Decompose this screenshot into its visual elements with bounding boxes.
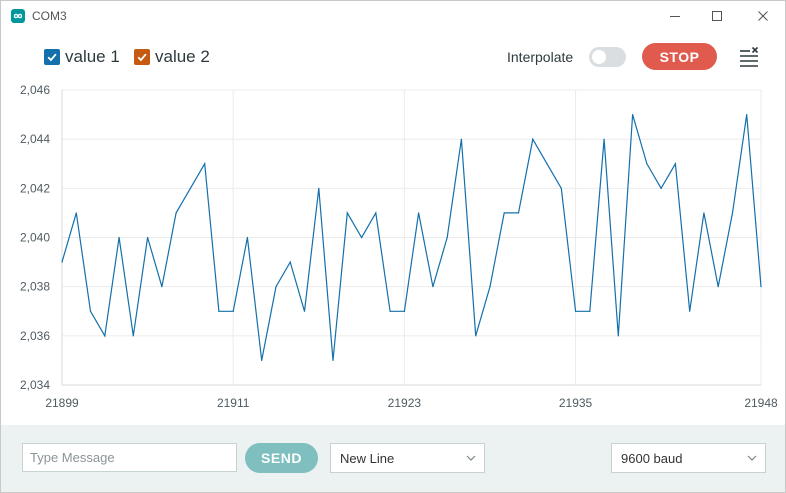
data-point xyxy=(75,212,77,214)
data-point xyxy=(646,163,648,165)
toggle-knob xyxy=(592,50,606,64)
data-point xyxy=(532,138,534,140)
data-point xyxy=(232,310,234,312)
checkmark-icon xyxy=(47,53,57,62)
line-ending-value: New Line xyxy=(340,451,395,466)
data-point xyxy=(632,113,634,116)
data-point xyxy=(146,236,149,239)
data-point xyxy=(246,236,249,239)
clear-output-button[interactable] xyxy=(738,46,760,68)
data-point xyxy=(460,138,463,140)
legend-label-value-2: value 2 xyxy=(155,47,210,66)
infinity-logo-icon xyxy=(11,9,25,23)
legend-item-value-1[interactable]: value 1 xyxy=(44,47,120,67)
data-point xyxy=(546,163,548,165)
baud-rate-value: 9600 baud xyxy=(621,451,683,466)
data-point xyxy=(61,261,63,263)
data-point xyxy=(617,335,619,337)
data-point xyxy=(303,310,306,312)
serial-plot-chart: 2,034 2,036 2,038 2,040 2,042 2,044 2,046 21899… xyxy=(20,83,778,410)
data-point xyxy=(161,286,163,288)
y-tick-label: 2,044 xyxy=(20,132,50,146)
data-point xyxy=(318,187,320,189)
data-point xyxy=(517,212,520,214)
bottom-bar: SEND New Line 9600 baud xyxy=(1,425,785,492)
data-point xyxy=(689,310,691,312)
data-point xyxy=(432,286,434,288)
data-point xyxy=(204,163,206,165)
data-point xyxy=(446,236,448,239)
data-point xyxy=(731,212,734,214)
data-point xyxy=(104,335,106,337)
data-point xyxy=(703,212,705,214)
data-point xyxy=(389,310,391,312)
minimize-icon xyxy=(670,16,680,17)
data-point xyxy=(589,310,591,312)
data-point xyxy=(603,138,605,140)
data-point xyxy=(218,310,220,312)
x-tick-label: 21911 xyxy=(217,396,250,410)
y-tick-label: 2,040 xyxy=(20,231,50,245)
line-ending-select[interactable]: New Line xyxy=(330,443,485,473)
x-tick-label: 21899 xyxy=(45,396,79,410)
data-point xyxy=(332,359,334,362)
data-point xyxy=(674,163,677,165)
data-point xyxy=(418,212,420,214)
maximize-button[interactable] xyxy=(697,5,737,29)
data-point xyxy=(132,335,134,337)
minimize-button[interactable] xyxy=(655,5,695,29)
checkmark-icon xyxy=(137,53,147,62)
interpolate-toggle[interactable] xyxy=(589,47,626,67)
title-bar: COM3 xyxy=(1,1,785,33)
data-point xyxy=(346,212,348,214)
close-button[interactable] xyxy=(743,5,783,29)
x-tick-label: 21923 xyxy=(388,396,422,410)
data-point xyxy=(360,236,363,239)
data-point xyxy=(475,335,477,337)
maximize-icon xyxy=(712,11,722,21)
data-point xyxy=(289,261,291,263)
window-title: COM3 xyxy=(32,9,67,23)
data-point xyxy=(261,359,263,362)
y-tick-label: 2,036 xyxy=(20,329,50,343)
clear-list-icon xyxy=(740,46,759,67)
data-point xyxy=(89,310,92,312)
data-point xyxy=(275,286,277,288)
serial-plotter-window: COM3 value 1 value 2 Interpolate STOP 2,… xyxy=(0,0,786,493)
stop-button[interactable]: STOP xyxy=(642,43,717,70)
data-point xyxy=(560,187,562,189)
chevron-down-icon xyxy=(747,455,757,461)
data-point xyxy=(717,286,719,288)
data-point xyxy=(175,212,177,214)
x-tick-label: 21935 xyxy=(559,396,593,410)
baud-rate-select[interactable]: 9600 baud xyxy=(611,443,766,473)
close-icon xyxy=(758,11,768,21)
data-point xyxy=(746,113,748,116)
legend-item-value-2[interactable]: value 2 xyxy=(134,47,210,67)
value-2-checkbox[interactable] xyxy=(134,49,150,65)
x-tick-label: 21948 xyxy=(744,396,778,410)
data-point xyxy=(375,212,377,214)
data-point xyxy=(118,236,120,239)
chevron-down-icon xyxy=(466,455,476,461)
y-tick-label: 2,046 xyxy=(20,83,50,97)
legend-label-value-1: value 1 xyxy=(65,47,120,66)
message-input[interactable] xyxy=(22,443,237,472)
data-point xyxy=(189,187,191,189)
y-tick-label: 2,038 xyxy=(20,280,50,294)
y-tick-label: 2,042 xyxy=(20,181,50,195)
y-tick-label: 2,034 xyxy=(20,378,50,392)
value-1-checkbox[interactable] xyxy=(44,49,60,65)
data-point xyxy=(660,187,662,189)
data-point xyxy=(503,212,505,214)
interpolate-label: Interpolate xyxy=(507,49,574,65)
data-point xyxy=(403,310,405,312)
send-button[interactable]: SEND xyxy=(245,443,318,473)
data-point xyxy=(760,286,762,288)
data-point xyxy=(489,286,491,288)
data-point xyxy=(574,310,577,312)
